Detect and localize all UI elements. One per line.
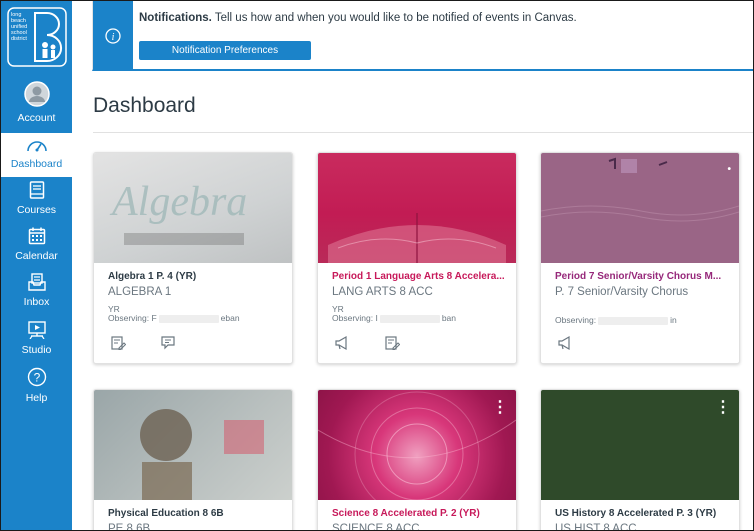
observing-suffix: eban	[220, 313, 240, 323]
redacted-name	[598, 316, 669, 325]
announcements-icon[interactable]	[334, 335, 350, 351]
course-card[interactable]: Physical Education 8 6B PE 8 6B	[93, 389, 293, 531]
course-card-observing: Observing: I ban	[332, 313, 456, 323]
course-card-name: LANG ARTS 8 ACC	[332, 286, 433, 298]
sidebar-item-inbox[interactable]: Inbox	[1, 273, 72, 313]
course-card-image[interactable]: •	[541, 153, 739, 263]
course-card[interactable]: ⋮ US History 8 Accelerated P. 3 (YR) US …	[540, 389, 740, 531]
sidebar-item-studio[interactable]: Studio	[1, 321, 72, 361]
dashboard-icon	[1, 137, 72, 156]
course-card-observing: Observing: F eban	[108, 313, 240, 323]
course-card-name: PE 8 6B	[108, 523, 151, 531]
notification-icon-column: i	[93, 1, 133, 69]
course-card-image[interactable]: ⋮	[318, 390, 516, 500]
sidebar-item-label: Inbox	[23, 296, 50, 308]
canvas-window: long beach unified school district Accou…	[0, 0, 754, 531]
notification-banner: i Notifications. Tell us how and when yo…	[92, 1, 753, 71]
notification-preferences-button[interactable]: Notification Preferences	[139, 41, 311, 60]
info-icon: i	[105, 28, 121, 49]
course-card[interactable]: Period 1 Language Arts 8 Accelera... LAN…	[317, 152, 517, 364]
notification-text: Notifications. Tell us how and when you …	[139, 12, 577, 24]
main-content: i Notifications. Tell us how and when yo…	[72, 1, 753, 531]
course-card[interactable]: Algebra Algebra 1 P. 4 (YR) ALGEBRA 1 YR…	[93, 152, 293, 364]
observing-prefix: Observing: F	[108, 313, 157, 323]
courses-icon	[1, 181, 72, 202]
course-card-observing: Observing: in	[555, 315, 677, 325]
studio-icon	[1, 321, 72, 342]
observing-prefix: Observing:	[555, 315, 597, 325]
svg-text:Algebra: Algebra	[109, 179, 247, 225]
account-avatar-icon	[1, 81, 72, 110]
observing-suffix: ban	[441, 313, 457, 323]
course-card-image[interactable]	[94, 390, 292, 500]
more-options-icon[interactable]: ⋮	[492, 400, 508, 416]
course-card-title[interactable]: Period 7 Senior/Varsity Chorus M...	[555, 271, 733, 282]
help-icon: ?	[1, 367, 72, 390]
discussions-icon[interactable]	[160, 335, 176, 351]
sidebar-item-courses[interactable]: Courses	[1, 181, 72, 221]
sidebar-item-label: Dashboard	[10, 158, 63, 170]
calendar-icon	[1, 227, 72, 248]
course-card-title[interactable]: Algebra 1 P. 4 (YR)	[108, 271, 286, 282]
title-divider	[93, 132, 753, 133]
more-options-icon[interactable]: ⋮	[715, 400, 731, 416]
assignments-icon[interactable]	[110, 335, 127, 351]
course-card-title[interactable]: Science 8 Accelerated P. 2 (YR)	[332, 508, 510, 519]
redacted-name	[379, 314, 440, 323]
course-card-name: P. 7 Senior/Varsity Chorus	[555, 286, 689, 298]
sidebar-item-dashboard[interactable]: Dashboard	[1, 133, 72, 177]
course-card[interactable]: • Period 7 Senior/Varsity Chorus M... P.…	[540, 152, 740, 364]
course-card-title[interactable]: Period 1 Language Arts 8 Accelera...	[332, 271, 510, 282]
sidebar-item-help[interactable]: ? Help	[1, 367, 72, 407]
sidebar-item-label: Courses	[16, 204, 57, 216]
observing-suffix: in	[670, 315, 677, 325]
course-card-title[interactable]: US History 8 Accelerated P. 3 (YR)	[555, 508, 733, 519]
course-card-name: SCIENCE 8 ACC	[332, 523, 420, 531]
sidebar-item-calendar[interactable]: Calendar	[1, 227, 72, 267]
more-options-icon[interactable]: •	[727, 165, 731, 175]
course-card-title[interactable]: Physical Education 8 6B	[108, 508, 286, 519]
announcements-icon[interactable]	[557, 335, 573, 351]
assignments-icon[interactable]	[384, 335, 401, 351]
logo-text-5: district	[11, 36, 27, 42]
global-navigation: long beach unified school district Accou…	[1, 1, 72, 530]
sidebar-item-label: Account	[17, 112, 56, 124]
sidebar-item-label: Studio	[21, 344, 52, 356]
course-card-image[interactable]: ⋮	[541, 390, 739, 500]
course-card-name: US HIST 8 ACC	[555, 523, 637, 531]
course-card-image[interactable]	[318, 153, 516, 263]
svg-text:?: ?	[33, 371, 40, 385]
course-card[interactable]: ⋮ Science 8 Accelerated P. 2 (YR) SCIENC…	[317, 389, 517, 531]
sidebar-item-account[interactable]: Account	[1, 81, 72, 125]
sidebar-item-label: Help	[25, 392, 48, 404]
redacted-name	[158, 314, 219, 323]
svg-text:i: i	[112, 32, 115, 43]
sidebar-item-label: Calendar	[15, 250, 58, 262]
district-logo[interactable]: long beach unified school district	[7, 7, 67, 67]
page-title: Dashboard	[93, 94, 196, 117]
notification-message: Tell us how and when you would like to b…	[214, 12, 577, 24]
course-card-name: ALGEBRA 1	[108, 286, 172, 298]
observing-prefix: Observing: I	[332, 313, 378, 323]
inbox-icon	[1, 273, 72, 294]
course-card-image[interactable]: Algebra	[94, 153, 292, 263]
notification-title: Notifications.	[139, 12, 212, 24]
